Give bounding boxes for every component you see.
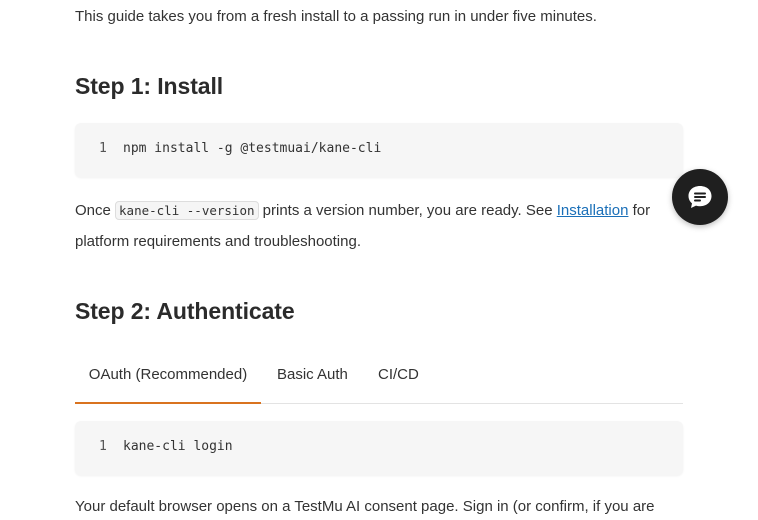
consent-paragraph: Your default browser opens on a TestMu A… [75,498,655,515]
tab-basic-auth[interactable]: Basic Auth [277,352,348,403]
active-tab-indicator [75,402,261,404]
text-segment: Once [75,202,116,219]
version-check-paragraph: Once kane-cli --version prints a version… [75,195,683,257]
chat-bubble-icon [688,186,712,208]
text-segment: prints a version number, you are ready. … [258,202,557,219]
tab-oauth[interactable]: OAuth (Recommended) [75,352,261,403]
chat-widget-button[interactable] [672,169,728,225]
code-line-number: 1 [99,439,107,454]
step1-heading: Step 1: Install [75,73,224,99]
code-line-number: 1 [99,141,107,156]
inline-code-version: kane-cli --version [115,201,259,220]
install-code-block[interactable]: 1 npm install -g @testmuai/kane-cli [75,123,683,177]
login-command[interactable]: kane-cli login [123,439,233,454]
install-command[interactable]: npm install -g @testmuai/kane-cli [123,141,381,156]
login-code-block[interactable]: 1 kane-cli login [75,421,683,475]
auth-tabs: OAuth (Recommended) Basic Auth CI/CD [75,352,683,404]
step2-heading: Step 2: Authenticate [75,298,295,324]
installation-link[interactable]: Installation [557,202,629,219]
tab-ci-cd[interactable]: CI/CD [378,352,419,403]
intro-paragraph: This guide takes you from a fresh instal… [75,8,597,25]
